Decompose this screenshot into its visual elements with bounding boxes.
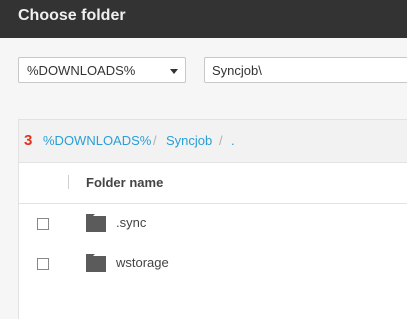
choose-folder-dialog: Choose folder %DOWNLOADS% 3 %DOWNLOADS% … [0, 0, 407, 319]
table-header: Folder name [19, 163, 407, 204]
breadcrumb-item-syncjob[interactable]: Syncjob [166, 133, 212, 149]
folder-name[interactable]: .sync [116, 215, 146, 230]
breadcrumb-item-downloads[interactable]: %DOWNLOADS% [43, 133, 151, 149]
column-header-folder-name[interactable]: Folder name [86, 175, 163, 190]
root-folder-select-value: %DOWNLOADS% [27, 63, 136, 78]
notification-badge: 3 [24, 132, 33, 149]
column-divider [68, 175, 69, 189]
breadcrumb-separator: / [153, 133, 157, 148]
folder-browser: 3 %DOWNLOADS% / Syncjob / . Folder name … [18, 119, 407, 319]
table-row[interactable]: wstorage [19, 244, 407, 284]
caret-down-icon [170, 69, 178, 74]
row-checkbox[interactable] [37, 258, 49, 270]
table-row[interactable]: .sync [19, 204, 407, 244]
folder-name[interactable]: wstorage [116, 255, 169, 270]
breadcrumb-item-current[interactable]: . [231, 133, 235, 149]
dialog-title: Choose folder [18, 7, 126, 24]
folder-icon [86, 254, 106, 272]
dialog-titlebar: Choose folder [0, 0, 407, 38]
breadcrumb-separator: / [219, 133, 223, 148]
breadcrumb: 3 %DOWNLOADS% / Syncjob / . [19, 120, 407, 163]
root-folder-select[interactable]: %DOWNLOADS% [18, 57, 186, 83]
subfolder-path-input[interactable] [204, 57, 407, 83]
folder-icon [86, 214, 106, 232]
row-checkbox[interactable] [37, 218, 49, 230]
